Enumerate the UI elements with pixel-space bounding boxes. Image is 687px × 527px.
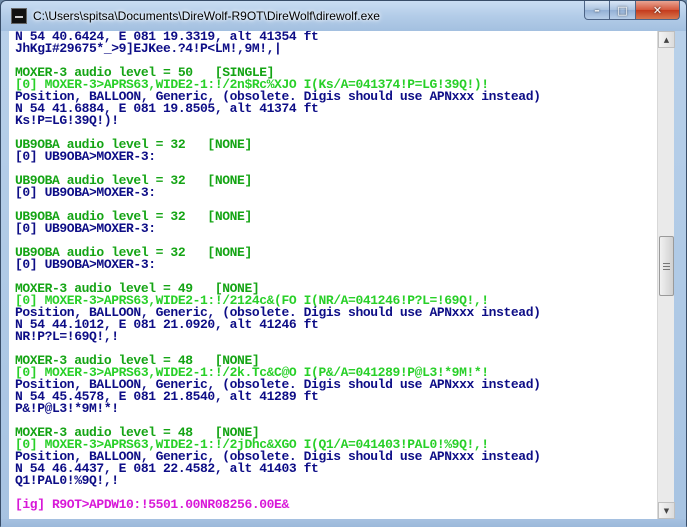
console-line: P&!P@L3!*9M!*! bbox=[15, 401, 119, 416]
vertical-scrollbar[interactable]: ▲ ▼ bbox=[657, 31, 675, 519]
console-output[interactable]: N 54 40.6424, E 081 19.3319, alt 41354 f… bbox=[9, 31, 657, 519]
console-window: C:\Users\spitsa\Documents\DireWolf-R9OT\… bbox=[0, 0, 687, 527]
console-line: Ks!P=LG!39Q!)! bbox=[15, 113, 119, 128]
scroll-down-arrow-icon[interactable]: ▼ bbox=[658, 502, 675, 519]
console-line: [ig] R9OT>APDW10:!5501.00NR08256.00E& bbox=[15, 497, 289, 512]
console-line: [0] UB9OBA>MOXER-3: bbox=[15, 257, 156, 272]
scroll-thumb[interactable] bbox=[659, 236, 674, 296]
console-line: [0] UB9OBA>MOXER-3: bbox=[15, 185, 156, 200]
minimize-button[interactable]: – bbox=[584, 1, 610, 20]
grip-icon bbox=[663, 262, 670, 270]
window-bottom-border bbox=[1, 519, 686, 527]
scroll-up-arrow-icon[interactable]: ▲ bbox=[658, 31, 675, 48]
console-line: [0] UB9OBA>MOXER-3: bbox=[15, 221, 156, 236]
console-line: NR!P?L=!69Q!,! bbox=[15, 329, 119, 344]
close-button[interactable]: ✕ bbox=[636, 1, 680, 20]
console-line: [0] UB9OBA>MOXER-3: bbox=[15, 149, 156, 164]
caption-buttons: – □ ✕ bbox=[584, 1, 680, 20]
maximize-button[interactable]: □ bbox=[610, 1, 636, 20]
console-app-icon[interactable] bbox=[11, 8, 27, 24]
title-bar[interactable]: C:\Users\spitsa\Documents\DireWolf-R9OT\… bbox=[1, 1, 686, 31]
window-title: C:\Users\spitsa\Documents\DireWolf-R9OT\… bbox=[33, 9, 380, 23]
console-line: JhKgI#29675*_>9]EJKee.?4!P<LM!,9M!,| bbox=[15, 41, 282, 56]
console-line: Q1!PAL0!%9Q!,! bbox=[15, 473, 119, 488]
